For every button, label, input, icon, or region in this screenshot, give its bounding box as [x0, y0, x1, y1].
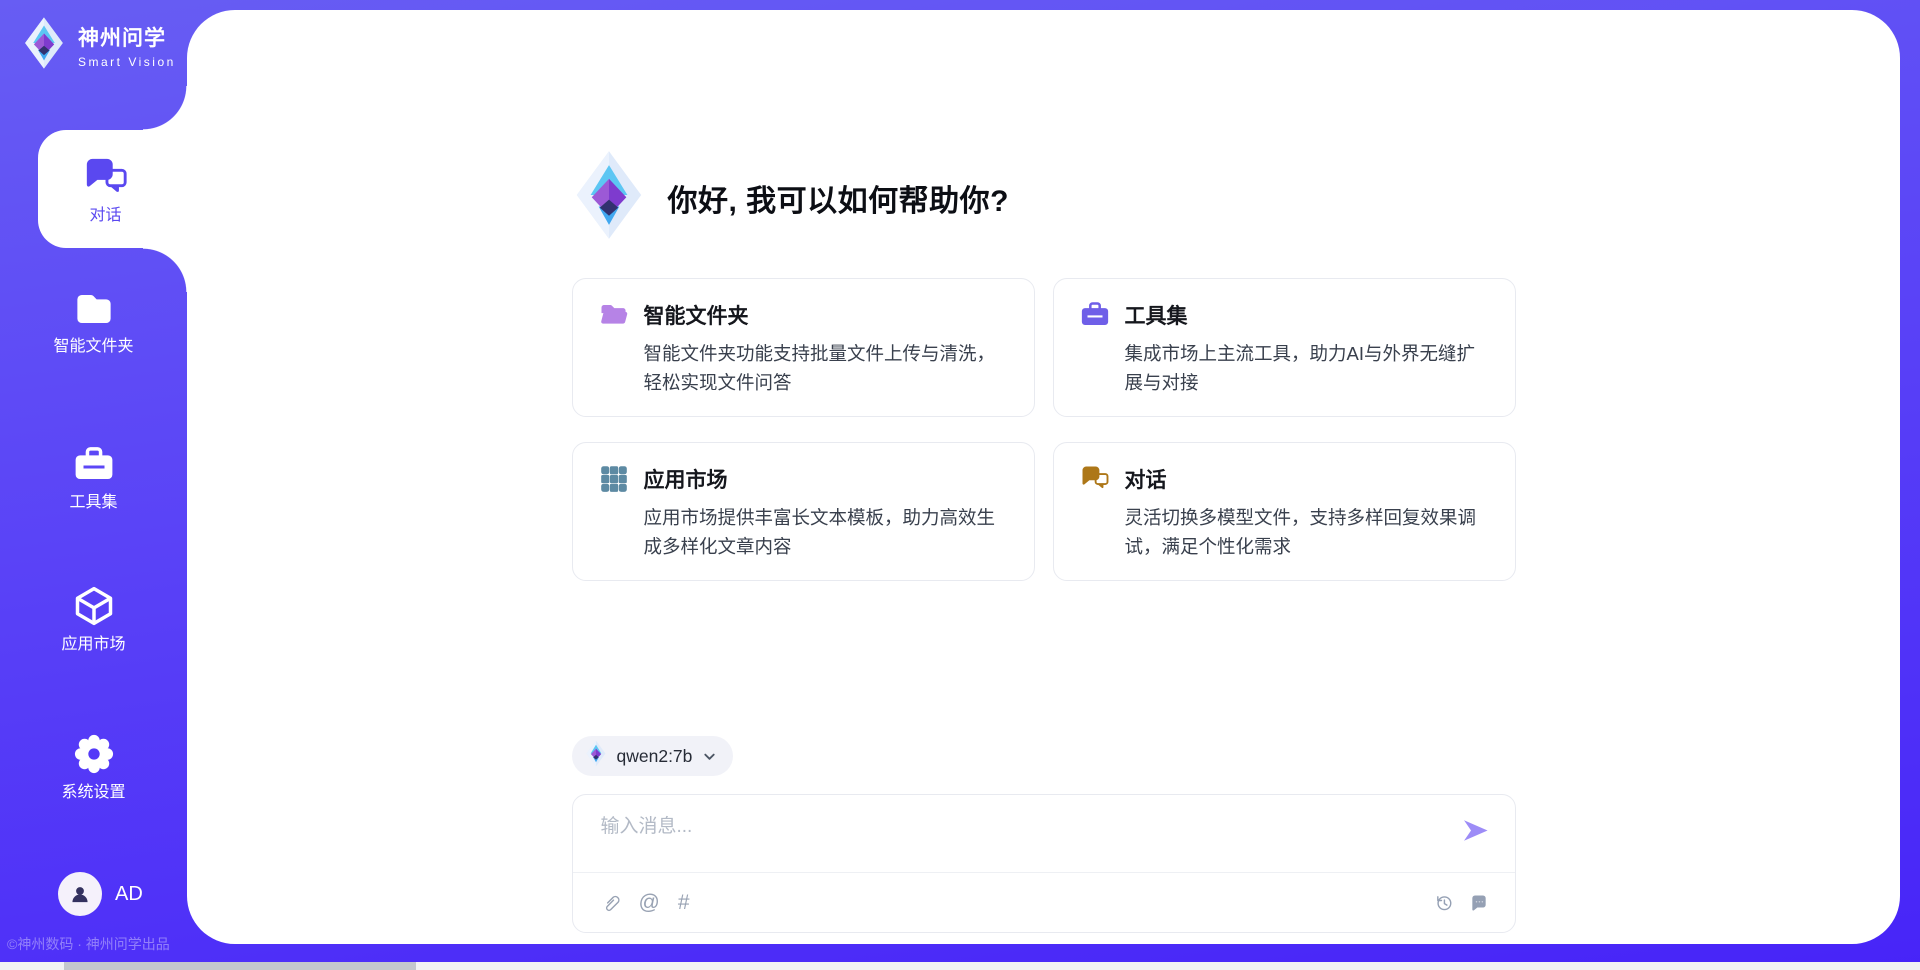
card-smart-folder[interactable]: 智能文件夹 智能文件夹功能支持批量文件上传与清洗，轻松实现文件问答 [572, 278, 1035, 417]
folder-open-icon [599, 300, 629, 330]
app-window: 神州问学 Smart Vision 对话 [0, 0, 1920, 970]
model-selector[interactable]: qwen2:7b [572, 736, 734, 776]
greeting-title: 你好, 我可以如何帮助你? [668, 176, 1010, 220]
card-description: 智能文件夹功能支持批量文件上传与清洗，轻松实现文件问答 [644, 339, 1008, 397]
history-icon[interactable] [1434, 893, 1454, 913]
chat-bubble-icon[interactable] [1469, 893, 1489, 913]
sidebar-item-chat[interactable]: 对话 [38, 130, 187, 248]
model-logo-icon [585, 740, 607, 772]
user-chip[interactable]: AD [58, 872, 143, 916]
chat-icon [1080, 464, 1110, 494]
composer: @ # [572, 794, 1516, 933]
card-chat[interactable]: 对话 灵活切换多模型文件，支持多样回复效果调试，满足个性化需求 [1053, 442, 1516, 581]
brand: 神州问学 Smart Vision [22, 16, 176, 75]
user-initials: AD [115, 883, 143, 906]
horizontal-scrollbar-thumb[interactable] [64, 962, 416, 970]
copyright-text: ©神州数码 · 神州问学出品 [7, 934, 170, 954]
sidebar-item-label: 智能文件夹 [53, 339, 133, 355]
brand-logo-icon [22, 16, 66, 75]
briefcase-icon [1080, 300, 1110, 330]
card-description: 灵活切换多模型文件，支持多样回复效果调试，满足个性化需求 [1125, 503, 1489, 561]
card-description: 集成市场上主流工具，助力AI与外界无缝扩展与对接 [1125, 339, 1489, 397]
model-name: qwen2:7b [617, 746, 693, 767]
card-title: 应用市场 [644, 464, 728, 494]
brand-title: 神州问学 [78, 22, 176, 52]
grid-icon [599, 464, 629, 494]
hash-icon[interactable]: # [678, 892, 690, 913]
folder-icon [73, 288, 115, 330]
card-toolset[interactable]: 工具集 集成市场上主流工具，助力AI与外界无缝扩展与对接 [1053, 278, 1516, 417]
paperclip-icon[interactable] [601, 892, 621, 914]
sidebar-item-label: 应用市场 [61, 637, 125, 653]
assistant-logo-icon [572, 149, 646, 246]
card-title: 工具集 [1125, 300, 1188, 330]
chat-icon [83, 155, 129, 201]
sidebar-item-label: 工具集 [69, 495, 117, 511]
sidebar-item-smart-folder[interactable]: 智能文件夹 [0, 288, 187, 355]
sidebar-item-app-market[interactable]: 应用市场 [0, 584, 187, 653]
at-icon[interactable]: @ [639, 892, 660, 913]
sidebar-item-label: 对话 [89, 208, 121, 224]
briefcase-icon [73, 444, 115, 486]
sidebar-item-toolset[interactable]: 工具集 [0, 444, 187, 511]
card-app-market[interactable]: 应用市场 应用市场提供丰富长文本模板，助力高效生成多样化文章内容 [572, 442, 1035, 581]
send-icon[interactable] [1461, 816, 1490, 845]
avatar [58, 872, 102, 916]
card-title: 对话 [1125, 464, 1167, 494]
gear-icon [72, 732, 116, 776]
horizontal-scrollbar [0, 962, 1920, 970]
cube-icon [72, 584, 116, 628]
sidebar: 神州问学 Smart Vision 对话 [0, 0, 187, 970]
message-input[interactable] [601, 811, 1435, 863]
sidebar-item-label: 系统设置 [61, 785, 125, 801]
feature-cards: 智能文件夹 智能文件夹功能支持批量文件上传与清洗，轻松实现文件问答 工具集 [572, 278, 1516, 581]
card-description: 应用市场提供丰富长文本模板，助力高效生成多样化文章内容 [644, 503, 1008, 561]
sidebar-item-settings[interactable]: 系统设置 [0, 732, 187, 801]
main-panel: 你好, 我可以如何帮助你? 智能文件夹 智能文件夹功能支持批量文件上传与清洗，轻… [187, 10, 1900, 944]
brand-subtitle: Smart Vision [78, 55, 176, 69]
chevron-down-icon [702, 749, 717, 764]
greeting-block: 你好, 我可以如何帮助你? [572, 150, 1516, 245]
card-title: 智能文件夹 [644, 300, 749, 330]
composer-toolbar: @ # [601, 873, 1489, 932]
